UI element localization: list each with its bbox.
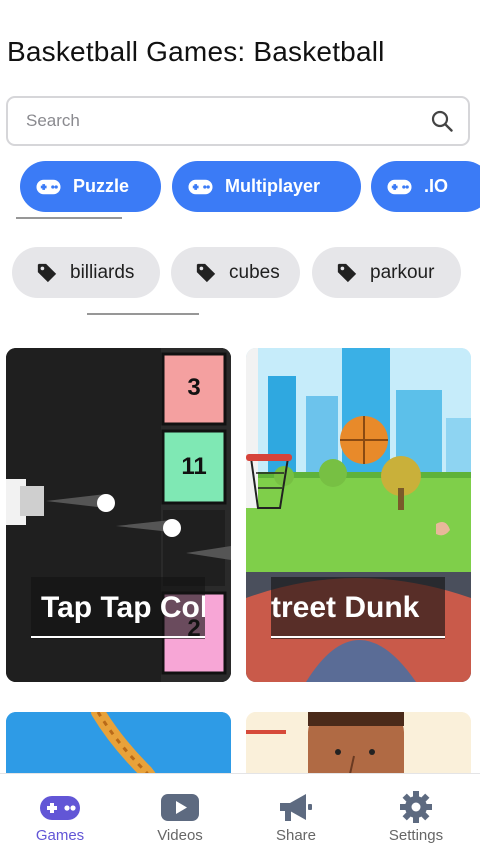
category-label: .IO	[424, 176, 449, 196]
tag-row[interactable]: billiards cubes parkour	[0, 247, 480, 299]
tag-pill-billiards[interactable]: billiards	[12, 247, 160, 298]
scrollbar[interactable]	[476, 0, 480, 852]
page-title: Basketball Games: Basketball	[7, 36, 385, 67]
category-scroll-indicator	[16, 217, 122, 219]
category-pill-puzzle[interactable]: Puzzle	[20, 161, 161, 212]
gamepad-icon	[40, 796, 80, 820]
category-label: Multiplayer	[225, 176, 321, 196]
gamepad-icon	[188, 179, 213, 194]
category-pill-io[interactable]: .IO	[371, 161, 480, 212]
game-card-tap-tap-color[interactable]: 3 11 2 Tap Tap Col	[6, 348, 231, 682]
gamepad-icon	[387, 179, 412, 194]
nav-label: Games	[35, 827, 85, 844]
tag-pill-cubes[interactable]: cubes	[171, 247, 300, 298]
category-pill-multiplayer[interactable]: Multiplayer	[172, 161, 361, 212]
youtube-icon	[161, 794, 199, 821]
tag-icon	[37, 263, 57, 282]
category-label: Puzzle	[73, 176, 130, 196]
gamepad-icon	[36, 179, 61, 194]
tag-label: parkour	[370, 261, 435, 283]
megaphone-icon	[280, 794, 312, 821]
search-input[interactable]	[26, 98, 416, 144]
tag-icon	[337, 263, 357, 282]
nav-label: Settings	[388, 827, 444, 844]
caption-underline	[271, 636, 445, 638]
block-number: 3	[187, 374, 201, 401]
nav-item-settings[interactable]: Settings	[366, 774, 466, 852]
tag-icon	[196, 263, 216, 282]
tag-scroll-indicator	[87, 313, 199, 315]
search-box[interactable]	[6, 96, 470, 146]
nav-item-games[interactable]: Games	[10, 774, 110, 852]
tag-label: cubes	[229, 261, 280, 283]
gear-icon	[400, 791, 432, 823]
nav-label: Videos	[157, 827, 203, 844]
search-icon[interactable]	[430, 109, 454, 133]
category-row[interactable]: Puzzle Multiplayer .IO	[0, 160, 480, 216]
tag-label: billiards	[70, 261, 135, 283]
nav-item-videos[interactable]: Videos	[130, 774, 230, 852]
game-title: treet Dunk	[271, 577, 445, 639]
nav-label: Share	[275, 827, 317, 844]
nav-item-share[interactable]: Share	[246, 774, 346, 852]
game-card-street-dunk[interactable]: treet Dunk	[246, 348, 471, 682]
block-number: 11	[181, 453, 207, 480]
bottom-nav[interactable]: Games Videos Share Settings	[0, 773, 480, 852]
tag-pill-parkour[interactable]: parkour	[312, 247, 461, 298]
caption-underline	[31, 636, 205, 638]
game-title: Tap Tap Col	[31, 577, 205, 639]
